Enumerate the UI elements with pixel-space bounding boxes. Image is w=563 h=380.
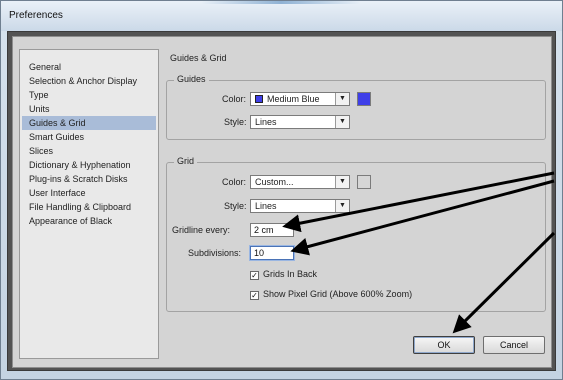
sidebar-item-file-handling-clipboard[interactable]: File Handling & Clipboard [22, 200, 156, 214]
guides-style-value: Lines [255, 117, 277, 127]
preferences-dialog: General Selection & Anchor Display Type … [12, 36, 552, 368]
guides-color-chip [255, 95, 263, 103]
sidebar-item-appearance-of-black[interactable]: Appearance of Black [22, 214, 156, 228]
gridline-every-label: Gridline every: [172, 225, 231, 235]
grid-style-label: Style: [224, 201, 247, 211]
guides-group-title: Guides [174, 74, 209, 84]
title-bar[interactable]: Preferences [1, 1, 562, 31]
sidebar-item-units[interactable]: Units [22, 102, 156, 116]
dialog-frame: General Selection & Anchor Display Type … [7, 31, 556, 371]
grids-in-back-label: Grids In Back [263, 269, 318, 279]
subdivisions-input[interactable]: 10 [250, 246, 294, 260]
guides-color-label: Color: [222, 94, 247, 104]
chevron-down-icon: ▼ [335, 116, 349, 128]
preferences-window: Preferences General Selection & Anchor D… [0, 0, 563, 380]
guides-color-select[interactable]: Medium Blue ▼ [250, 92, 350, 106]
grids-in-back-checkbox[interactable]: ✓ [250, 271, 259, 280]
show-pixel-grid-checkbox[interactable]: ✓ [250, 291, 259, 300]
subdivisions-label: Subdivisions: [188, 248, 242, 258]
sidebar-item-plugins-scratch-disks[interactable]: Plug-ins & Scratch Disks [22, 172, 156, 186]
guides-color-value: Medium Blue [267, 94, 320, 104]
grid-style-value: Lines [255, 201, 277, 211]
show-pixel-grid-option[interactable]: ✓ Show Pixel Grid (Above 600% Zoom) [250, 289, 412, 300]
sidebar-item-slices[interactable]: Slices [22, 144, 156, 158]
show-pixel-grid-label: Show Pixel Grid (Above 600% Zoom) [263, 289, 413, 299]
sidebar-item-general[interactable]: General [22, 60, 156, 74]
grid-color-swatch[interactable] [357, 175, 371, 189]
page-title: Guides & Grid [170, 53, 227, 63]
guides-group: Guides Color: Medium Blue ▼ Style: Lines… [166, 74, 546, 140]
cancel-button[interactable]: Cancel [483, 336, 545, 354]
guides-color-swatch[interactable] [357, 92, 371, 106]
gridline-every-input[interactable]: 2 cm [250, 223, 294, 237]
title-bar-highlight [201, 1, 361, 4]
guides-style-select[interactable]: Lines ▼ [250, 115, 350, 129]
grid-group-title: Grid [174, 156, 198, 166]
sidebar-item-dictionary-hyphenation[interactable]: Dictionary & Hyphenation [22, 158, 156, 172]
sidebar-item-smart-guides[interactable]: Smart Guides [22, 130, 156, 144]
grid-color-value: Custom... [255, 177, 294, 187]
grids-in-back-option[interactable]: ✓ Grids In Back [250, 269, 317, 280]
guides-style-label: Style: [224, 117, 247, 127]
sidebar-item-selection-anchor-display[interactable]: Selection & Anchor Display [22, 74, 156, 88]
chevron-down-icon: ▼ [335, 93, 349, 105]
grid-color-label: Color: [222, 177, 247, 187]
grid-group: Grid Color: Custom... ▼ Style: Lines ▼ G… [166, 156, 546, 312]
window-title: Preferences [9, 10, 63, 21]
grid-color-select[interactable]: Custom... ▼ [250, 175, 350, 189]
ok-button[interactable]: OK [413, 336, 475, 354]
category-list: General Selection & Anchor Display Type … [19, 49, 159, 359]
sidebar-item-type[interactable]: Type [22, 88, 156, 102]
chevron-down-icon: ▼ [335, 176, 349, 188]
grid-style-select[interactable]: Lines ▼ [250, 199, 350, 213]
chevron-down-icon: ▼ [335, 200, 349, 212]
sidebar-item-guides-grid[interactable]: Guides & Grid [22, 116, 156, 130]
sidebar-item-user-interface[interactable]: User Interface [22, 186, 156, 200]
